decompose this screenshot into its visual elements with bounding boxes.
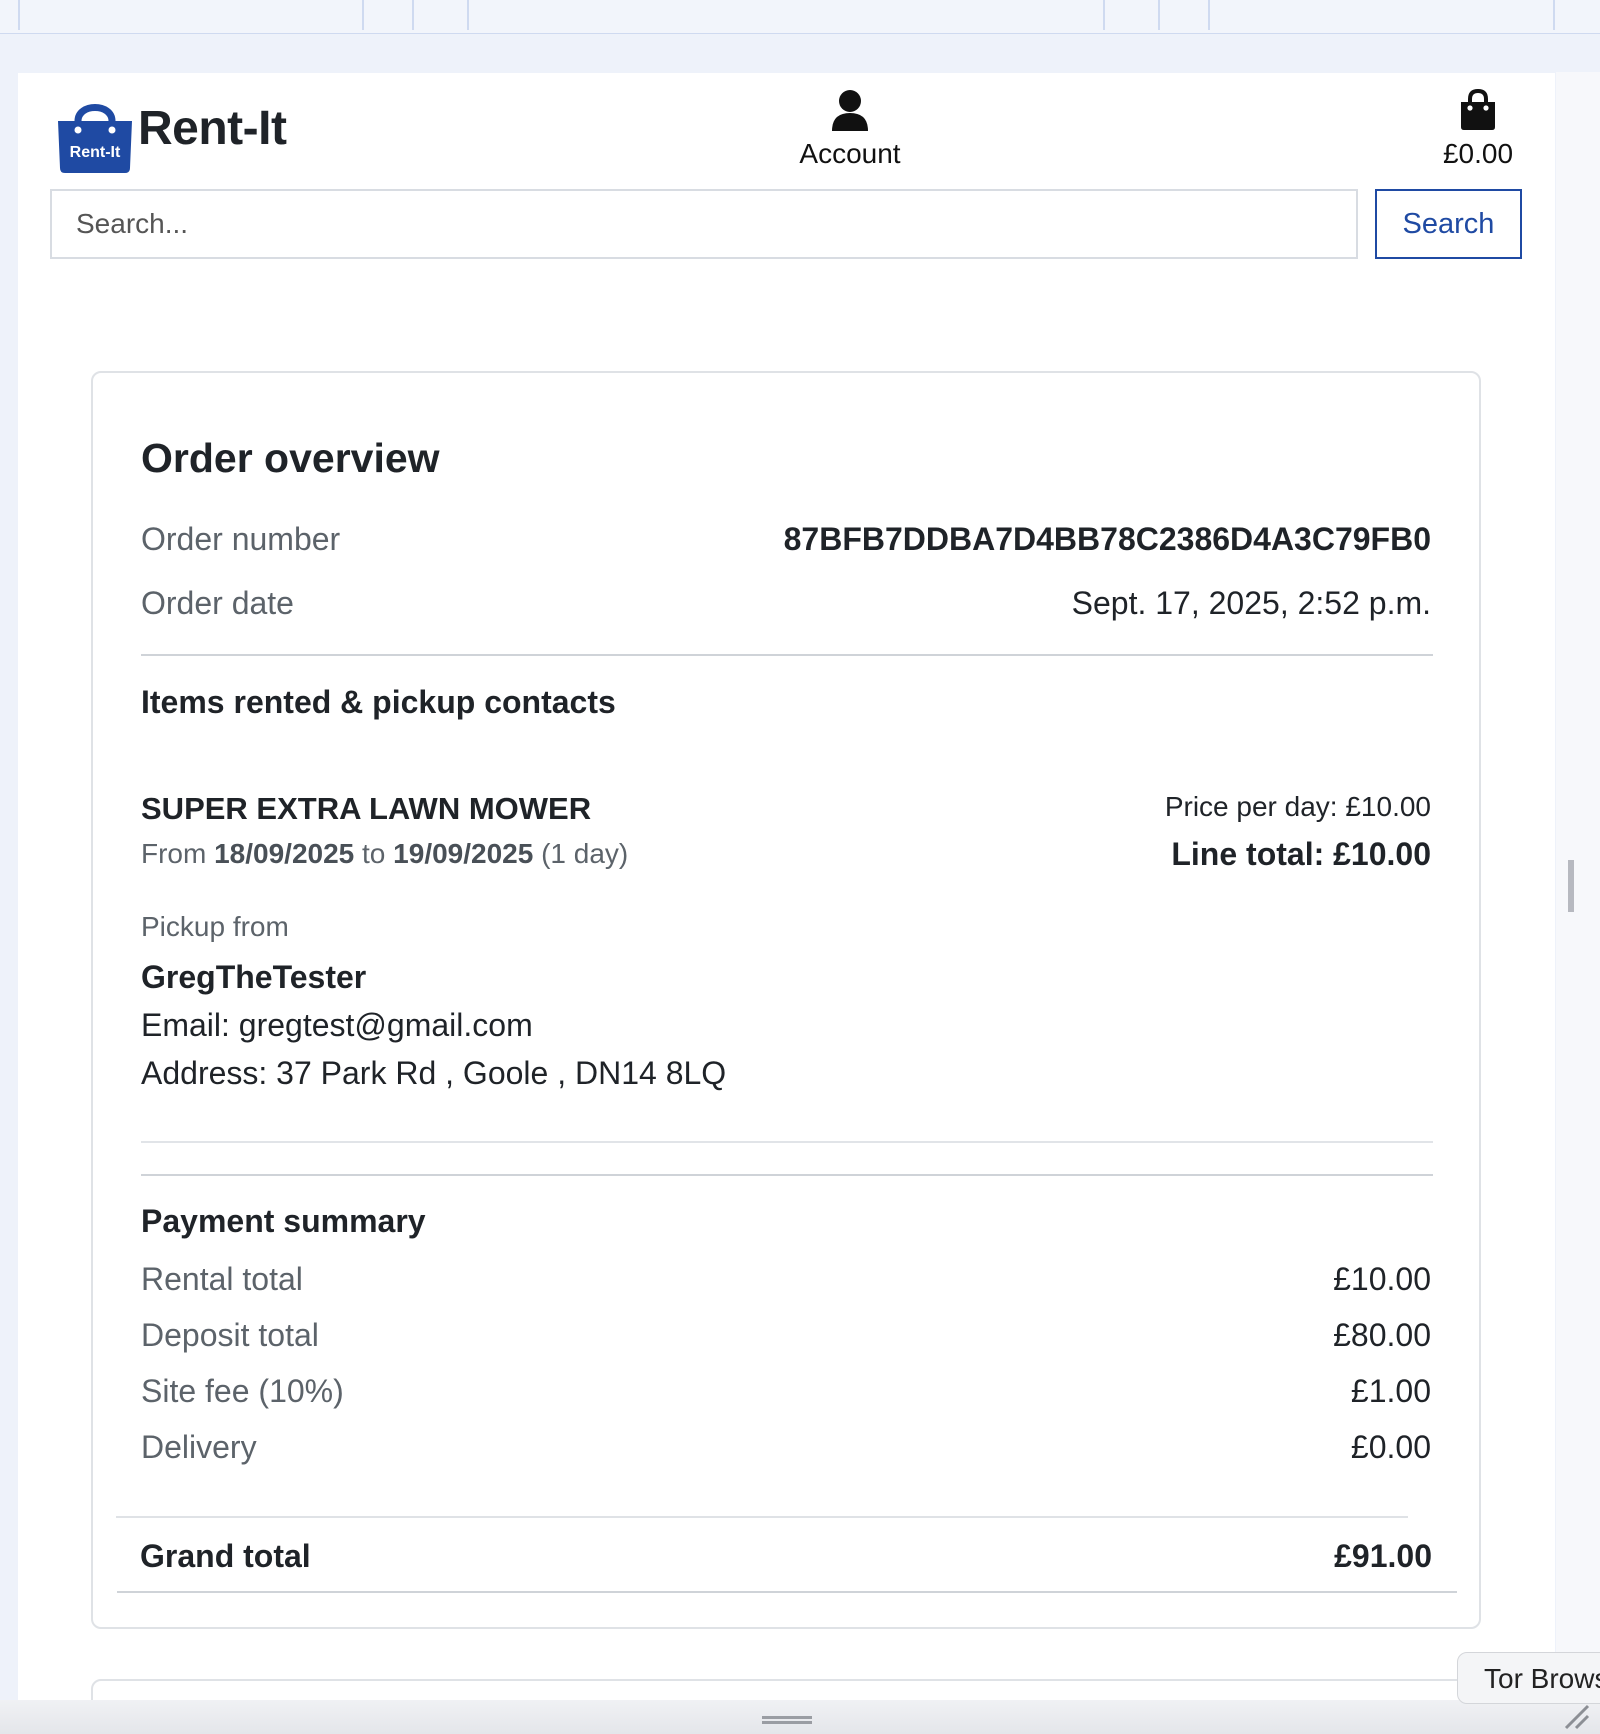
to-date: 19/09/2025 [393, 838, 534, 869]
strip-divider [1208, 0, 1210, 30]
order-date-label: Order date [141, 585, 294, 621]
deposit-total-value: £80.00 [1333, 1317, 1431, 1353]
order-number-value: 87BFB7DDBA7D4BB78C2386D4A3C79FB0 [783, 521, 1431, 557]
order-date-value: Sept. 17, 2025, 2:52 p.m. [1071, 585, 1431, 621]
rental-total-label: Rental total [141, 1261, 303, 1297]
items-section-title: Items rented & pickup contacts [141, 684, 616, 720]
grand-total-divider [116, 1516, 1408, 1518]
strip-divider [1158, 0, 1160, 30]
strip-divider [1103, 0, 1105, 30]
brand-logo[interactable]: Rent-It [52, 95, 146, 175]
search-button[interactable]: Search [1375, 189, 1522, 259]
rental-total-value: £10.00 [1333, 1261, 1431, 1297]
pickup-label: Pickup from [141, 911, 289, 942]
scrollbar-thumb[interactable] [1568, 860, 1574, 912]
item-name: SUPER EXTRA LAWN MOWER [141, 791, 592, 826]
drag-handle-icon[interactable] [762, 1716, 812, 1724]
browser-tooltip: Tor Browser [1457, 1652, 1600, 1704]
grand-total-label: Grand total [140, 1538, 311, 1574]
shopping-bag-logo-icon: Rent-It [58, 104, 132, 173]
basket-link[interactable]: £0.00 [1428, 88, 1528, 170]
account-label: Account [799, 138, 901, 169]
basket-total: £0.00 [1442, 138, 1514, 169]
search-input[interactable] [50, 189, 1358, 259]
resize-grip-icon[interactable] [1560, 1700, 1590, 1730]
brand-name[interactable]: Rent-It [138, 101, 287, 156]
price-per-day: Price per day: £10.00 [1164, 791, 1431, 822]
site-fee-value: £1.00 [1350, 1373, 1431, 1409]
divider [141, 1174, 1433, 1176]
to-word: to [362, 838, 386, 869]
payment-summary-title: Payment summary [141, 1203, 426, 1239]
delivery-label: Delivery [141, 1429, 257, 1465]
order-overview-title: Order overview [141, 435, 440, 481]
order-number-label: Order number [141, 521, 341, 557]
divider [141, 654, 1433, 656]
order-overview-card: Order overview Order number 87BFB7DDBA7D… [91, 371, 1481, 1629]
owner-address: Address: 37 Park Rd , Goole , DN14 8LQ [141, 1055, 727, 1091]
user-icon [832, 90, 868, 131]
grand-total-value: £91.00 [1334, 1538, 1432, 1574]
site-fee-label: Site fee (10%) [141, 1373, 344, 1409]
owner-name: GregTheTester [141, 959, 367, 995]
delivery-value: £0.00 [1350, 1429, 1431, 1465]
strip-divider [362, 0, 364, 30]
from-date: 18/09/2025 [214, 838, 355, 869]
line-total: Line total: £10.00 [1171, 836, 1431, 872]
site-header: Rent-It Rent-It Account £0.00 Search [18, 73, 1555, 259]
strip-divider [1553, 0, 1555, 30]
browser-top-strip [0, 0, 1600, 34]
account-link[interactable]: Account [780, 89, 920, 170]
strip-divider [467, 0, 469, 30]
page: Rent-It Rent-It Account £0.00 Search Ord… [18, 73, 1555, 1734]
strip-divider [412, 0, 414, 30]
svg-text:Rent-It: Rent-It [70, 144, 121, 161]
from-word: From [141, 838, 207, 869]
owner-email: Email: gregtest@gmail.com [141, 1007, 533, 1043]
page-scrollbar[interactable] [1556, 72, 1600, 1734]
divider [117, 1591, 1457, 1593]
strip-divider [18, 0, 20, 30]
rental-duration: (1 day) [541, 838, 629, 869]
divider [141, 1141, 1433, 1143]
shopping-bag-icon [1461, 88, 1495, 130]
deposit-total-label: Deposit total [141, 1317, 319, 1353]
rental-dates: From 18/09/2025 to 19/09/2025 (1 day) [141, 838, 628, 870]
